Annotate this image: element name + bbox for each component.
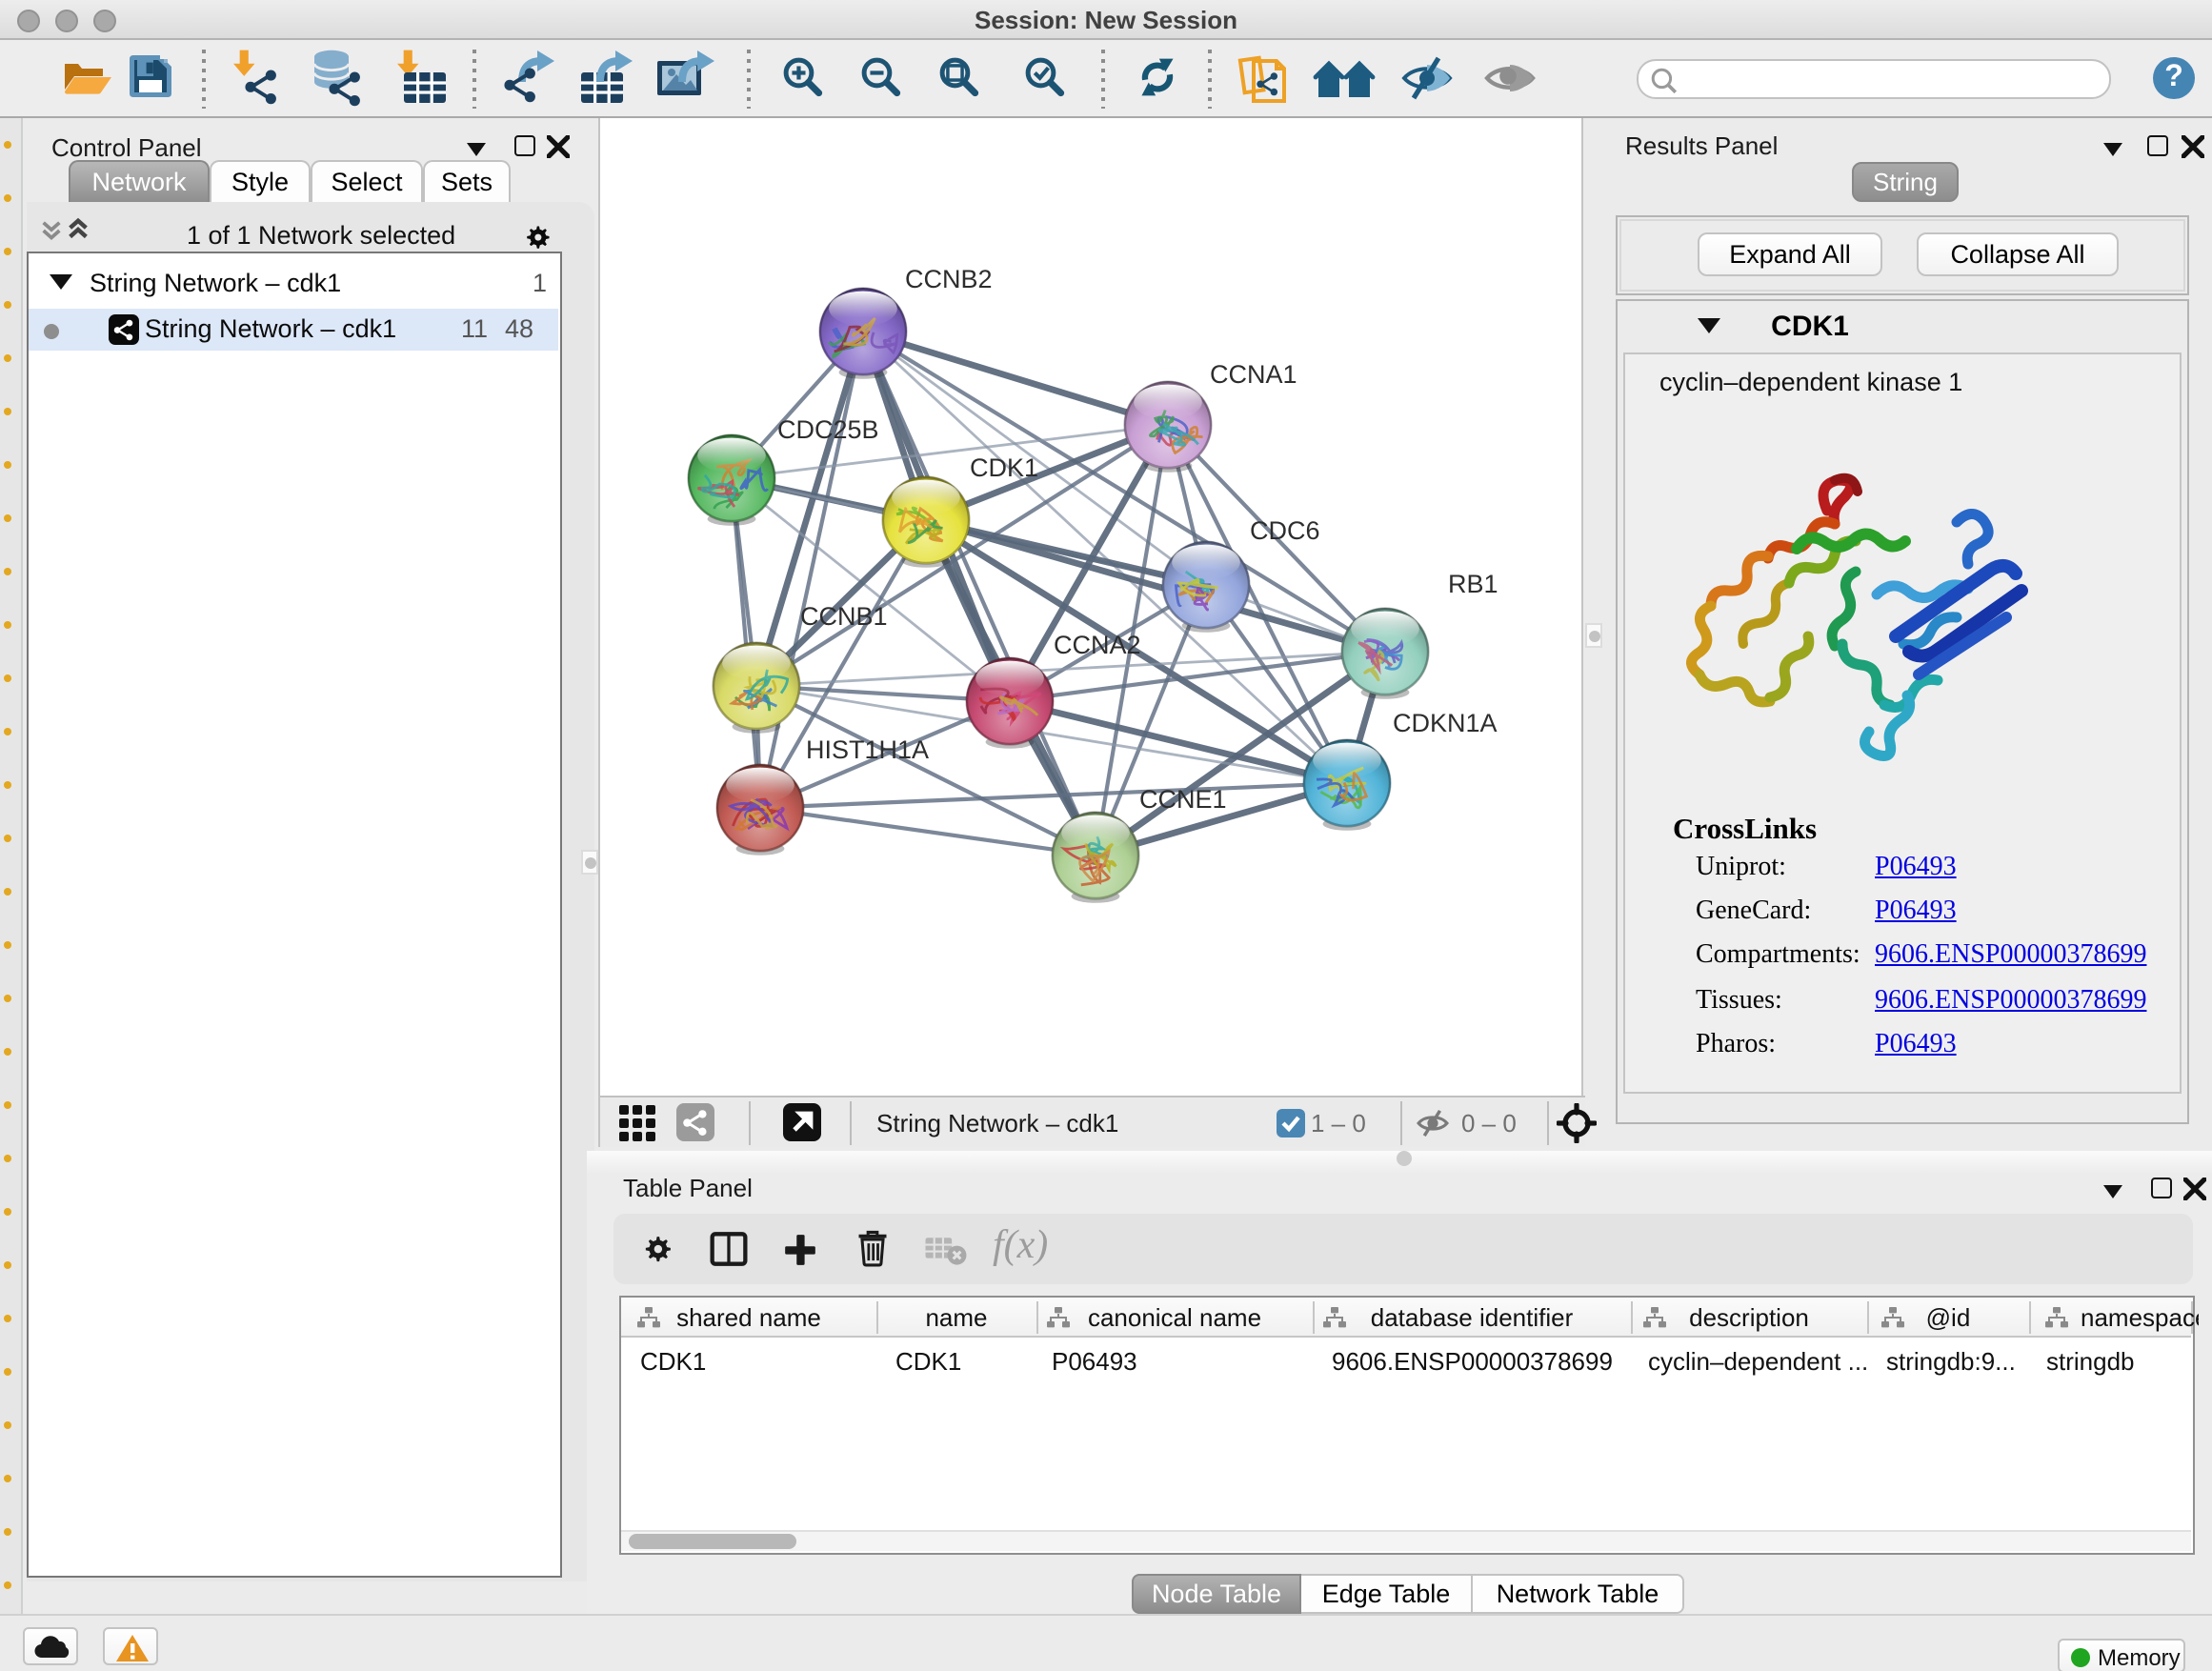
svg-text:CDC25B: CDC25B — [777, 415, 879, 444]
svg-text:CCNB2: CCNB2 — [905, 265, 993, 293]
svg-text:RB1: RB1 — [1448, 570, 1498, 598]
svg-text:CDC6: CDC6 — [1250, 516, 1320, 545]
svg-text:HIST1H1A: HIST1H1A — [806, 735, 929, 764]
svg-text:CCNE1: CCNE1 — [1139, 785, 1227, 814]
svg-text:CCNB1: CCNB1 — [800, 602, 888, 631]
svg-text:CCNA2: CCNA2 — [1054, 631, 1141, 659]
svg-text:CDK1: CDK1 — [970, 453, 1038, 482]
svg-text:CCNA1: CCNA1 — [1210, 360, 1297, 389]
svg-text:CDKN1A: CDKN1A — [1393, 709, 1498, 737]
